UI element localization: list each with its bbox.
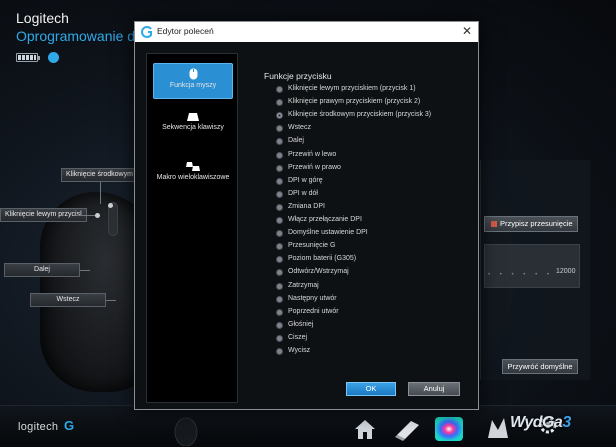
radio-button[interactable] bbox=[276, 138, 283, 146]
tab-label: Funkcja myszy bbox=[169, 82, 217, 89]
callout-dot bbox=[108, 203, 113, 208]
cancel-button[interactable]: Anuluj bbox=[408, 382, 460, 396]
radio-button[interactable] bbox=[276, 190, 283, 198]
logitech-g-icon bbox=[141, 26, 152, 38]
radio-button[interactable] bbox=[276, 282, 283, 290]
dialog-titlebar: Edytor poleceń ✕ bbox=[135, 22, 478, 42]
command-editor-dialog: Edytor poleceń ✕ Funkcja myszy Sekwencja… bbox=[134, 21, 479, 410]
tab-keystroke[interactable]: Sekwencja klawiszy bbox=[153, 112, 233, 132]
radio-button[interactable] bbox=[276, 151, 283, 159]
radio-option-label: Dalej bbox=[288, 137, 304, 145]
ok-button[interactable]: OK bbox=[346, 382, 396, 396]
radio-option-label: Włącz przełączanie DPI bbox=[288, 216, 362, 223]
assign-shift-label: Przypisz przesunięcie bbox=[500, 219, 573, 228]
radio-option-label: Zatrzymaj bbox=[288, 281, 319, 289]
app-title: Logitech bbox=[16, 10, 69, 26]
lighting-icon[interactable] bbox=[432, 414, 466, 444]
radio-option-label: Głośniej bbox=[288, 320, 314, 328]
radio-button[interactable] bbox=[276, 243, 283, 251]
logitech-g-icon: G bbox=[64, 418, 75, 433]
radio-option-label: Poprzedni utwór bbox=[288, 307, 339, 315]
callout-back[interactable]: Wstecz bbox=[30, 293, 106, 307]
radio-button[interactable] bbox=[276, 125, 283, 133]
watermark: WydGa3 bbox=[510, 414, 571, 432]
dpi-panel bbox=[484, 244, 580, 288]
radio-button[interactable] bbox=[276, 295, 283, 303]
section-title: Funkcje przycisku bbox=[264, 71, 332, 81]
multikey-icon bbox=[186, 162, 200, 171]
home-icon[interactable] bbox=[352, 416, 378, 442]
assign-shift-button[interactable]: Przypisz przesunięcie bbox=[484, 216, 578, 232]
profile-icon[interactable] bbox=[484, 414, 512, 442]
keystroke-icon bbox=[187, 113, 199, 121]
radio-button[interactable] bbox=[276, 217, 283, 224]
callout-left-click[interactable]: Kliknięcie lewym przycisl bbox=[0, 208, 87, 222]
radio-button[interactable] bbox=[276, 86, 283, 93]
radio-option-label: Kliknięcie środkowym przyciskiem (przyci… bbox=[288, 111, 432, 119]
callout-line bbox=[100, 182, 101, 204]
watermark-text: WydGa bbox=[510, 414, 563, 431]
callout-middle-click[interactable]: Kliknięcie środkowym p bbox=[61, 168, 144, 182]
radio-button[interactable] bbox=[276, 164, 283, 172]
dpi-value: 12000 bbox=[556, 268, 576, 275]
radio-button[interactable] bbox=[276, 269, 283, 277]
radio-option-label: Poziom baterii (G305) bbox=[288, 255, 357, 263]
restore-defaults-button[interactable]: Przywróć domyślne bbox=[502, 359, 578, 374]
radio-option-label: Przewiń w lewo bbox=[288, 150, 337, 158]
radio-button[interactable] bbox=[276, 348, 283, 355]
device-settings-icon[interactable] bbox=[393, 415, 423, 443]
radio-button[interactable] bbox=[276, 99, 283, 107]
radio-button[interactable] bbox=[276, 203, 283, 211]
callout-dot bbox=[95, 213, 100, 218]
radio-option-label: DPI w dół bbox=[288, 189, 318, 197]
dialog-title: Edytor poleceń bbox=[157, 26, 214, 36]
callout-line bbox=[80, 270, 90, 271]
callout-line bbox=[106, 300, 116, 301]
tab-label: Sekwencja klawiszy bbox=[162, 124, 224, 131]
radio-option-label: Przewiń w prawo bbox=[288, 163, 341, 171]
radio-option-label: DPI w górę bbox=[288, 176, 323, 184]
watermark-number: 3 bbox=[562, 414, 571, 431]
tab-multikey-macro[interactable]: Makro wieloklawiszowe bbox=[153, 160, 233, 182]
logitech-logo: logitech bbox=[18, 421, 59, 433]
connection-status-icon bbox=[48, 52, 59, 63]
radio-option-label: Kliknięcie prawym przyciskiem (przycisk … bbox=[288, 98, 421, 106]
radio-button[interactable] bbox=[276, 112, 283, 120]
device-mouse-icon[interactable] bbox=[168, 412, 202, 446]
battery-icon bbox=[16, 53, 40, 62]
callout-line bbox=[76, 215, 96, 216]
radio-option-label: Odtwórz/Wstrzymaj bbox=[288, 268, 349, 276]
radio-option-label: Przesunięcie G bbox=[288, 242, 336, 250]
radio-option-label: Następny utwór bbox=[288, 294, 337, 302]
radio-option-label: Wycisz bbox=[288, 347, 311, 354]
radio-option-label: Wstecz bbox=[288, 124, 311, 132]
radio-button[interactable] bbox=[276, 334, 283, 342]
radio-button[interactable] bbox=[276, 230, 283, 238]
dpi-steps: • • • • • • bbox=[488, 272, 553, 278]
radio-button[interactable] bbox=[276, 177, 283, 185]
radio-option-label: Ciszej bbox=[288, 333, 308, 341]
radio-button[interactable] bbox=[276, 256, 283, 264]
mouse-icon bbox=[189, 68, 197, 80]
tab-mouse-function[interactable]: Funkcja myszy bbox=[153, 63, 233, 99]
assign-icon bbox=[491, 221, 497, 228]
tab-label: Makro wieloklawiszowe bbox=[156, 174, 230, 181]
radio-button[interactable] bbox=[276, 321, 283, 329]
radio-button[interactable] bbox=[276, 308, 283, 316]
command-type-sidebar: Funkcja myszy Sekwencja klawiszy Makro w… bbox=[146, 53, 238, 403]
callout-forward[interactable]: Dalej bbox=[4, 263, 80, 277]
app-subtitle: Oprogramowanie d bbox=[16, 28, 136, 44]
close-icon[interactable]: ✕ bbox=[462, 24, 472, 38]
radio-option-label: Domyślne ustawienie DPI bbox=[288, 229, 368, 237]
radio-option-label: Zmiana DPI bbox=[288, 202, 325, 210]
radio-option-label: Kliknięcie lewym przyciskiem (przycisk 1… bbox=[288, 85, 416, 92]
